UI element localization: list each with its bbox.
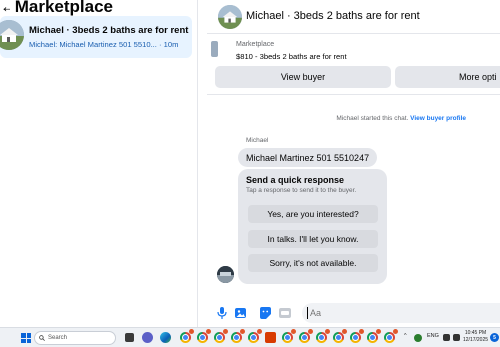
view-buyer-profile-link[interactable]: View buyer profile xyxy=(410,115,466,122)
system-message-text: Michael started this chat. xyxy=(336,115,409,122)
view-buyer-button[interactable]: View buyer xyxy=(215,66,391,88)
more-options-button[interactable]: More opti xyxy=(395,66,500,88)
quick-response-subtitle: Tap a response to send it to the buyer. xyxy=(246,187,357,194)
chrome-icon[interactable] xyxy=(231,329,245,343)
chat-header-thumbnail[interactable] xyxy=(218,5,242,29)
sidebar-title-text: Marketplace xyxy=(14,0,114,16)
chat-app-icon[interactable] xyxy=(142,332,153,343)
chrome-icon[interactable] xyxy=(248,329,262,343)
quick-response-title: Send a quick response xyxy=(246,175,345,185)
search-icon xyxy=(39,335,45,341)
conversation-title: Michael · 3beds 2 baths are for rent xyxy=(29,25,189,36)
chrome-icon[interactable] xyxy=(316,329,330,343)
chrome-icon[interactable] xyxy=(333,329,347,343)
chat-panel: Michael · 3beds 2 baths are for rent Mar… xyxy=(207,0,500,327)
conversation-time: · 10m xyxy=(159,40,179,49)
edge-icon[interactable] xyxy=(160,332,171,343)
chrome-icon[interactable] xyxy=(384,329,398,343)
quick-response-option-interested[interactable]: Yes, are you interested? xyxy=(248,205,378,223)
taskbar-clock[interactable]: 10:45 PM 12/17/2025 xyxy=(463,330,488,344)
message-input[interactable] xyxy=(302,303,500,323)
conversation-item[interactable]: Michael · 3beds 2 baths are for rent Mic… xyxy=(0,16,192,58)
system-message: Michael started this chat. View buyer pr… xyxy=(336,115,466,122)
windows-start-icon[interactable] xyxy=(21,333,31,343)
language-indicator[interactable]: ENG xyxy=(427,333,439,339)
chrome-icon[interactable] xyxy=(214,329,228,343)
conversation-preview: Michael: Michael Martinez 501 5510... · … xyxy=(29,40,178,49)
message-bubble: Michael Martinez 501 5510247 xyxy=(238,148,378,167)
chat-header: Michael · 3beds 2 baths are for rent xyxy=(207,0,500,34)
conversation-preview-text: Michael: Michael Martinez 501 5510... xyxy=(29,40,157,49)
chrome-icon[interactable] xyxy=(180,329,194,343)
listing-label: Marketplace xyxy=(236,41,275,48)
chrome-icon[interactable] xyxy=(367,329,381,343)
network-icon[interactable] xyxy=(414,334,422,342)
microphone-icon[interactable] xyxy=(216,307,228,319)
sticker-icon[interactable] xyxy=(259,307,271,319)
taskbar-search-box[interactable]: Search xyxy=(34,331,116,345)
volume-icon[interactable] xyxy=(453,334,460,341)
message-composer xyxy=(207,300,500,327)
listing-thumbnail xyxy=(0,20,24,50)
chrome-icon[interactable] xyxy=(282,329,296,343)
gif-icon[interactable] xyxy=(279,307,291,319)
chat-header-title[interactable]: Michael · 3beds 2 baths are for rent xyxy=(246,10,420,22)
app-icon[interactable] xyxy=(265,332,276,343)
listing-card-thumbnail[interactable] xyxy=(211,41,218,57)
quick-response-card: Send a quick response Tap a response to … xyxy=(238,169,387,284)
text-caret xyxy=(307,307,308,319)
chrome-icon[interactable] xyxy=(350,329,364,343)
taskbar-search-placeholder: Search xyxy=(48,335,68,341)
sender-avatar xyxy=(217,266,234,283)
quick-response-option-not-available[interactable]: Sorry, it's not available. xyxy=(248,254,378,272)
tray-chevron-icon[interactable]: ^ xyxy=(404,333,407,339)
back-arrow-icon[interactable]: ← xyxy=(0,0,10,17)
sender-name: Michael xyxy=(246,137,269,144)
task-view-icon[interactable] xyxy=(125,333,134,342)
wifi-icon[interactable] xyxy=(443,334,450,341)
chrome-icon[interactable] xyxy=(299,329,313,343)
image-icon[interactable] xyxy=(235,307,247,319)
quick-response-option-in-talks[interactable]: In talks. I'll let you know. xyxy=(248,230,378,248)
chrome-icon[interactable] xyxy=(197,329,211,343)
notification-badge[interactable]: 5 xyxy=(490,333,499,342)
clock-date: 12/17/2025 xyxy=(463,337,489,343)
sidebar-title: ← Marketplace xyxy=(0,0,113,17)
windows-taskbar: Search ^ ENG 10:45 PM 12/17/2025 5 xyxy=(0,327,500,347)
sidebar: ← Marketplace Michael · 3beds 2 baths ar… xyxy=(0,0,198,327)
clock-time: 10:45 PM xyxy=(464,330,487,336)
listing-price-title[interactable]: $810 - 3beds 2 baths are for rent xyxy=(236,52,347,61)
